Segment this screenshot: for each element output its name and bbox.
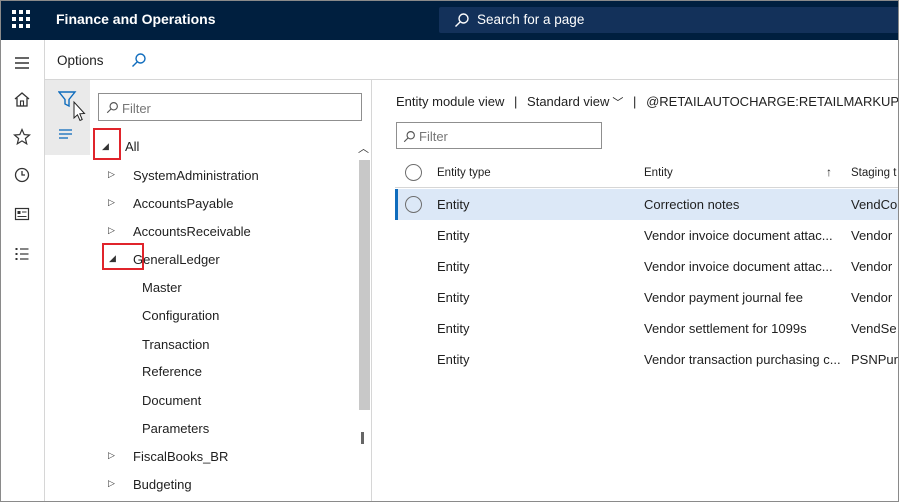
tree-node-general-ledger[interactable]: GeneralLedger [133,252,220,267]
tree-child[interactable]: Transaction [142,337,209,352]
table-row[interactable]: Entity Vendor settlement for 1099s VendS… [395,313,898,344]
expand-icon[interactable]: ▷ [108,197,115,208]
star-icon[interactable] [12,127,32,147]
app-window: Finance and Operations Search for a page [0,0,899,502]
cell-entity: Vendor invoice document attac... [644,259,833,274]
tree-child[interactable]: Master [142,280,182,295]
filter-strip [45,80,90,155]
cell-staging: VendSe [851,321,897,336]
tree-child[interactable]: Document [142,393,201,408]
lines-icon[interactable] [58,128,74,140]
tree-pane: Filter ◢ All ▷ SystemAdministration ▷ Ac… [90,80,372,501]
cell-entity-type: Entity [437,228,470,243]
selection-indicator [395,189,398,220]
search-label: Search for a page [477,12,585,27]
cell-staging: PSNPur [851,352,898,367]
column-header-staging[interactable]: Staging t [851,167,896,179]
table-row[interactable]: Entity Correction notes VendCo [395,189,898,220]
search-icon [455,13,469,27]
grid-filter-placeholder: Filter [419,129,448,144]
cell-entity-type: Entity [437,259,470,274]
tree-node[interactable]: AccountsReceivable [133,224,251,239]
cell-entity-type: Entity [437,321,470,336]
home-icon[interactable] [12,90,32,110]
cell-staging: Vendor [851,259,893,274]
expand-icon[interactable]: ▷ [108,169,115,180]
page-title: Options [57,53,104,68]
search-icon[interactable] [131,52,147,68]
tree-filter-input[interactable]: Filter [98,93,362,121]
tree-node[interactable]: FiscalBooks_BR [133,449,228,464]
workspace-icon[interactable] [12,204,32,224]
cell-entity: Vendor transaction purchasing c... [644,352,841,367]
search-icon [403,131,415,143]
search-icon [106,102,118,114]
filter-icon[interactable] [58,90,88,124]
scroll-up-icon[interactable]: ︿ [358,140,369,156]
record-identifier: @RETAILAUTOCHARGE:RETAILMARKUPAU [646,94,899,109]
table-row[interactable]: Entity Vendor payment journal fee Vendor [395,282,898,313]
main-content: Entity module view | Standard view ﹀ | @R… [373,80,899,501]
entity-module-view-link[interactable]: Entity module view [396,94,504,109]
sort-ascending-icon[interactable]: ↑ [826,165,832,179]
expand-icon[interactable]: ▷ [108,225,115,236]
tree-child[interactable]: Parameters [142,421,209,436]
tree-filter-placeholder: Filter [122,101,151,116]
tree-node[interactable]: AccountsPayable [133,196,233,211]
expand-icon[interactable]: ▷ [108,478,115,489]
clock-icon[interactable] [12,165,32,185]
table-row[interactable]: Entity Vendor invoice document attac... … [395,220,898,251]
page-search[interactable]: Search for a page [439,7,898,33]
scrollbar-thumb[interactable] [359,160,370,410]
table-row[interactable]: Entity Vendor invoice document attac... … [395,251,898,282]
standard-view-dropdown[interactable]: Standard view [527,94,609,109]
cell-staging: Vendor [851,228,893,243]
options-header: Options [45,40,898,80]
tree-node[interactable]: SystemAdministration [133,168,259,183]
expand-icon[interactable]: ▷ [108,450,115,461]
navigation-rail [1,40,45,501]
cell-entity: Vendor invoice document attac... [644,228,833,243]
app-launcher-icon[interactable] [12,10,30,28]
splitter-grip-icon[interactable] [361,432,364,444]
tree-node[interactable]: Budgeting [133,477,192,492]
column-header-entity[interactable]: Entity [644,167,673,179]
table-row[interactable]: Entity Vendor transaction purchasing c..… [395,344,898,375]
cell-entity: Correction notes [644,197,740,212]
grid-filter-input[interactable]: Filter [396,122,602,149]
select-all-checkbox[interactable] [405,164,422,181]
chevron-down-icon[interactable]: ﹀ [612,97,623,109]
separator: | [514,94,518,109]
tree-child[interactable]: Reference [142,364,202,379]
tree-scrollbar[interactable]: ︿ [356,136,371,501]
top-bar: Finance and Operations Search for a page [1,1,898,40]
app-title: Finance and Operations [56,11,216,27]
hamburger-icon[interactable] [12,53,32,73]
collapse-icon[interactable]: ◢ [102,141,109,152]
separator: | [633,94,637,109]
cell-staging: VendCo [851,197,898,212]
list-icon[interactable] [12,244,32,264]
cell-entity-type: Entity [437,352,470,367]
tree-child[interactable]: Configuration [142,308,219,323]
collapse-icon[interactable]: ◢ [109,253,116,264]
view-breadcrumb: Entity module view | Standard view ﹀ | @R… [396,94,899,110]
cell-entity-type: Entity [437,290,470,305]
cell-staging: Vendor [851,290,893,305]
grid-header: Entity type Entity ↑ Staging t [395,158,898,188]
cell-entity-type: Entity [437,197,470,212]
cell-entity: Vendor payment journal fee [644,290,803,305]
tree-node-all[interactable]: All [125,139,139,154]
cell-entity: Vendor settlement for 1099s [644,321,807,336]
row-select-checkbox[interactable] [405,196,422,213]
column-header-entity-type[interactable]: Entity type [437,167,491,179]
